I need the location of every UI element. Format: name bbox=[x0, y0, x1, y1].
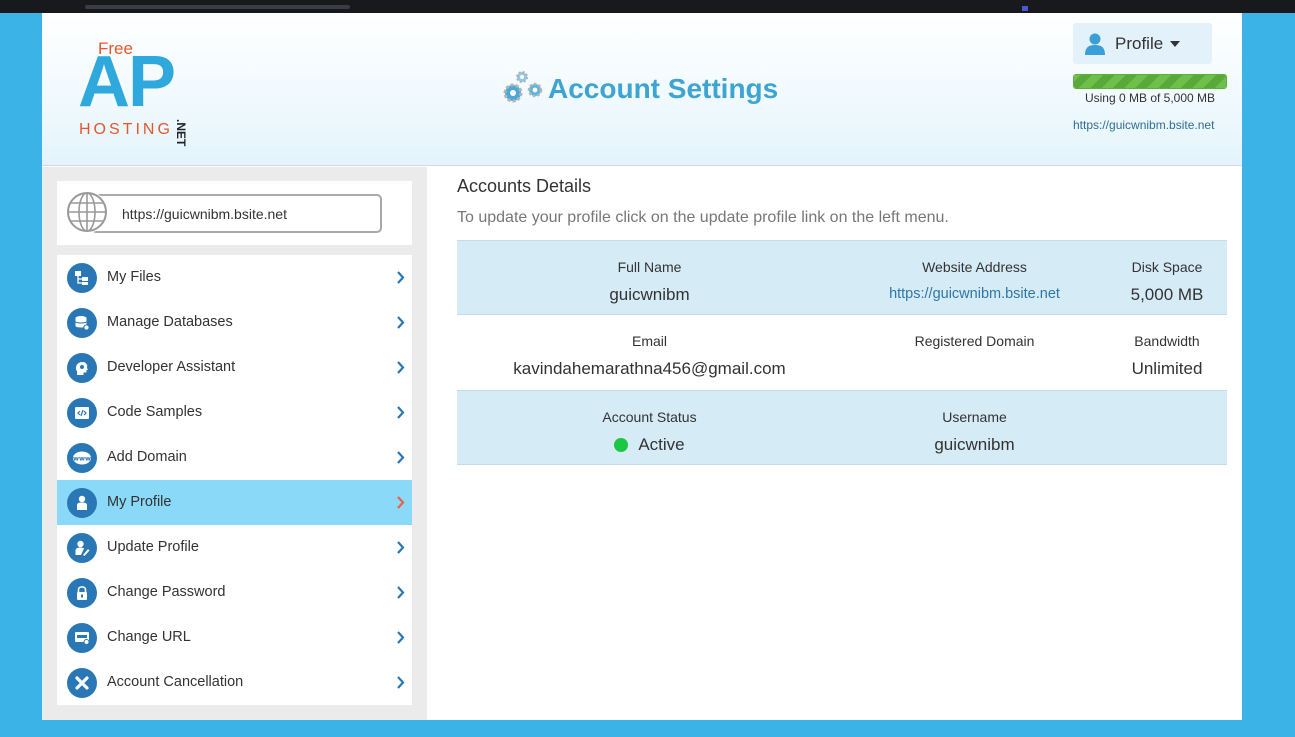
bandwidth-cell: Bandwidth Unlimited bbox=[1107, 315, 1227, 390]
account-status-text: Active bbox=[638, 435, 685, 454]
disk-usage-bar bbox=[1073, 74, 1227, 89]
status-dot-icon bbox=[614, 438, 629, 452]
globe-icon bbox=[66, 191, 108, 233]
logo-net-text: .NET bbox=[174, 119, 188, 147]
browser-indicator bbox=[1022, 6, 1028, 11]
email-value: kavindahemarathna456@gmail.com bbox=[513, 359, 786, 378]
chevron-right-icon bbox=[397, 316, 405, 329]
url-icon bbox=[67, 623, 97, 653]
username-label: Username bbox=[942, 409, 1007, 425]
email-label: Email bbox=[631, 333, 667, 349]
sidebar-item-add-domain[interactable]: www Add Domain bbox=[57, 435, 412, 480]
site-url-field[interactable]: https://guicwnibm.bsite.net bbox=[91, 194, 382, 233]
details-row: Full Name guicwnibm Website Address http… bbox=[457, 240, 1227, 315]
email-cell: Email kavindahemarathna456@gmail.com bbox=[457, 315, 842, 390]
gears-icon bbox=[503, 71, 543, 103]
developer-head-icon bbox=[67, 353, 97, 383]
sidebar-item-my-profile[interactable]: My Profile bbox=[57, 480, 412, 525]
sidebar-item-code-samples[interactable]: Code Samples bbox=[57, 390, 412, 435]
sidebar-item-change-url[interactable]: Change URL bbox=[57, 615, 412, 660]
app-window: Free AP HOSTING .NET Account Settings Pr… bbox=[42, 13, 1242, 720]
details-row: Account Status Active Username guicwnibm bbox=[457, 390, 1227, 465]
chevron-right-icon bbox=[397, 406, 405, 419]
chevron-right-icon bbox=[397, 451, 405, 464]
page-title: Account Settings bbox=[548, 73, 779, 104]
header: Free AP HOSTING .NET Account Settings Pr… bbox=[42, 13, 1242, 166]
sidebar-item-label: Manage Databases bbox=[107, 314, 233, 330]
user-icon bbox=[67, 488, 97, 518]
files-icon bbox=[67, 263, 97, 293]
chevron-right-icon bbox=[397, 631, 405, 644]
username-cell: Username guicwnibm bbox=[842, 391, 1107, 466]
site-url-link[interactable]: https://guicwnibm.bsite.net bbox=[1073, 118, 1214, 132]
account-status-cell: Account Status Active bbox=[457, 391, 842, 466]
chevron-right-icon bbox=[397, 496, 405, 509]
lock-icon bbox=[67, 578, 97, 608]
bandwidth-value: Unlimited bbox=[1131, 359, 1203, 378]
sidebar-item-label: Change URL bbox=[107, 629, 191, 645]
username-value: guicwnibm bbox=[934, 435, 1015, 454]
logo-ap-text: AP bbox=[78, 42, 176, 122]
chevron-down-icon bbox=[1170, 40, 1181, 47]
sidebar-item-manage-databases[interactable]: Manage Databases bbox=[57, 300, 412, 345]
page-title-wrap: Account Settings bbox=[502, 68, 778, 110]
full-name-cell: Full Name guicwnibm bbox=[457, 241, 842, 316]
site-url-box: https://guicwnibm.bsite.net bbox=[57, 181, 412, 245]
disk-space-value: 5,000 MB bbox=[1130, 285, 1204, 304]
chevron-right-icon bbox=[397, 361, 405, 374]
logo[interactable]: Free AP HOSTING .NET bbox=[78, 37, 213, 147]
profile-label: Profile bbox=[1115, 33, 1164, 53]
sidebar-item-label: Code Samples bbox=[107, 404, 203, 420]
account-details-table: Full Name guicwnibm Website Address http… bbox=[457, 240, 1227, 465]
close-icon bbox=[67, 668, 97, 698]
sidebar-item-label: My Profile bbox=[107, 494, 172, 510]
sidebar-item-label: Account Cancellation bbox=[107, 674, 244, 690]
account-status-value: Active bbox=[457, 435, 842, 455]
sidebar-menu: My Files Manage Databases Developer Assi… bbox=[57, 255, 412, 705]
sidebar-item-label: Change Password bbox=[107, 584, 226, 600]
chevron-right-icon bbox=[397, 271, 405, 284]
database-icon bbox=[67, 308, 97, 338]
full-name-label: Full Name bbox=[617, 259, 682, 275]
disk-usage-text: Using 0 MB of 5,000 MB bbox=[1084, 91, 1216, 105]
sidebar-item-developer-assistant[interactable]: Developer Assistant bbox=[57, 345, 412, 390]
section-subtitle: To update your profile click on the upda… bbox=[457, 209, 949, 226]
chevron-right-icon bbox=[397, 676, 405, 689]
chevron-right-icon bbox=[397, 586, 405, 599]
code-icon bbox=[67, 398, 97, 428]
chevron-right-icon bbox=[397, 541, 405, 554]
sidebar-item-label: My Files bbox=[107, 269, 161, 285]
sidebar-item-change-password[interactable]: Change Password bbox=[57, 570, 412, 615]
svg-text:www: www bbox=[73, 455, 91, 463]
user-icon bbox=[1085, 33, 1105, 55]
website-link[interactable]: https://guicwnibm.bsite.net bbox=[842, 286, 1107, 302]
disk-space-label: Disk Space bbox=[1131, 259, 1203, 275]
sidebar-item-account-cancellation[interactable]: Account Cancellation bbox=[57, 660, 412, 705]
full-name-value: guicwnibm bbox=[609, 285, 690, 304]
disk-usage-fill bbox=[1074, 75, 1226, 88]
bandwidth-label: Bandwidth bbox=[1134, 333, 1200, 349]
website-cell: Website Address https://guicwnibm.bsite.… bbox=[842, 241, 1107, 316]
main-content: Accounts Details To update your profile … bbox=[427, 167, 1242, 720]
details-row: Email kavindahemarathna456@gmail.com Reg… bbox=[457, 315, 1227, 390]
account-status-label: Account Status bbox=[602, 409, 697, 425]
sidebar-item-label: Developer Assistant bbox=[107, 359, 236, 375]
registered-domain-cell: Registered Domain bbox=[842, 315, 1107, 390]
sidebar-item-update-profile[interactable]: Update Profile bbox=[57, 525, 412, 570]
sidebar-item-my-files[interactable]: My Files bbox=[57, 255, 412, 300]
section-heading: Accounts Details bbox=[457, 176, 592, 196]
registered-domain-label: Registered Domain bbox=[914, 333, 1035, 349]
profile-dropdown-button[interactable]: Profile bbox=[1073, 23, 1212, 64]
www-icon: www bbox=[67, 443, 97, 473]
browser-top-strip bbox=[0, 0, 1295, 13]
sidebar: https://guicwnibm.bsite.net My Files Man… bbox=[42, 167, 427, 720]
user-edit-icon bbox=[67, 533, 97, 563]
browser-tab[interactable] bbox=[85, 5, 350, 9]
website-label: Website Address bbox=[922, 259, 1027, 275]
sidebar-item-label: Update Profile bbox=[107, 539, 199, 555]
sidebar-item-label: Add Domain bbox=[107, 449, 187, 465]
disk-space-cell: Disk Space 5,000 MB bbox=[1107, 241, 1227, 316]
logo-hosting-text: HOSTING bbox=[79, 121, 173, 138]
